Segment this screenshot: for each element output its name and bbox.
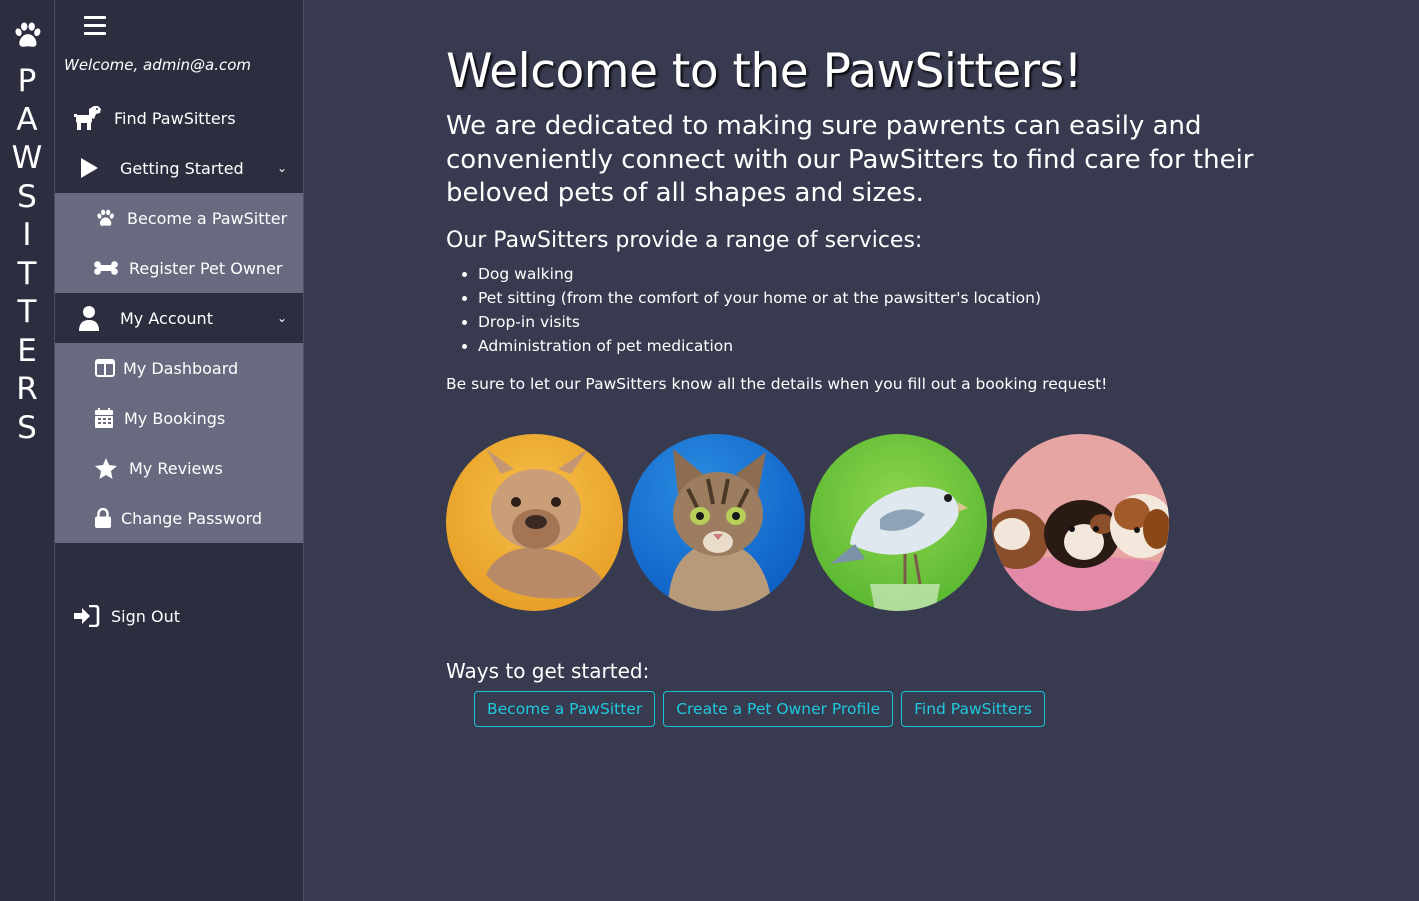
- bone-icon: [94, 261, 118, 275]
- sidebar-item-become-pawsitter[interactable]: Become a PawSitter: [55, 193, 303, 243]
- brand-letter: R: [16, 371, 38, 407]
- sidebar-item-label: Sign Out: [111, 606, 180, 626]
- brand-letter: P: [17, 63, 37, 99]
- dashboard-icon: [95, 359, 115, 377]
- sidebar-item-label: Find PawSitters: [114, 108, 236, 128]
- booking-note: Be sure to let our PawSitters know all t…: [446, 375, 1108, 393]
- create-pet-owner-profile-button[interactable]: Create a Pet Owner Profile: [663, 691, 894, 727]
- sidebar-item-my-dashboard[interactable]: My Dashboard: [55, 343, 303, 393]
- sidebar-item-my-account[interactable]: My Account ⌄: [55, 293, 303, 343]
- brand-strip: P A W S I T T E R S: [0, 0, 55, 901]
- chevron-down-icon: ⌄: [276, 311, 287, 325]
- sidebar-item-label: Become a PawSitter: [127, 208, 288, 228]
- chevron-down-icon: ⌄: [276, 161, 287, 175]
- brand-letter: T: [17, 294, 37, 330]
- become-pawsitter-button[interactable]: Become a PawSitter: [474, 691, 656, 727]
- get-started-buttons: Become a PawSitter Create a Pet Owner Pr…: [474, 691, 1045, 727]
- brand-letter: A: [16, 101, 38, 138]
- cat-image: [628, 434, 805, 611]
- play-icon: [78, 157, 100, 179]
- calendar-icon: [95, 408, 113, 428]
- brand-letter: S: [17, 409, 37, 446]
- list-item: Dog walking: [478, 262, 1041, 286]
- brand-letter: S: [17, 178, 37, 215]
- brand-letter: W: [11, 140, 43, 176]
- user-icon: [78, 305, 100, 331]
- list-item: Drop-in visits: [478, 310, 1041, 334]
- get-started-heading: Ways to get started:: [446, 659, 650, 683]
- find-pawsitters-button[interactable]: Find PawSitters: [901, 691, 1045, 727]
- paw-icon: [15, 22, 41, 47]
- list-item: Pet sitting (from the comfort of your ho…: [478, 286, 1041, 310]
- budgie-image: [810, 434, 987, 611]
- sidebar-item-label: My Bookings: [124, 408, 226, 428]
- brand-name: P A W S I T T E R S: [0, 62, 54, 447]
- brand-letter: E: [17, 332, 37, 369]
- star-icon: [95, 457, 117, 479]
- dog-icon: [74, 105, 102, 131]
- sidebar-item-getting-started[interactable]: Getting Started ⌄: [55, 143, 303, 193]
- sidebar-item-label: My Account: [120, 308, 213, 328]
- sidebar-item-change-password[interactable]: Change Password: [55, 493, 303, 543]
- sidebar-item-label: My Dashboard: [123, 358, 239, 378]
- intro-text: We are dedicated to making sure pawrents…: [446, 111, 1254, 208]
- paw-icon: [94, 208, 116, 228]
- brand-letter: T: [17, 255, 37, 292]
- page-title: Welcome to the PawSitters!: [446, 44, 1082, 99]
- services-list: Dog walking Pet sitting (from the comfor…: [446, 262, 1041, 358]
- sidebar-item-my-reviews[interactable]: My Reviews: [55, 443, 303, 493]
- sidebar-item-label: My Reviews: [129, 458, 223, 478]
- guinea-pigs-image: [992, 434, 1169, 611]
- lock-icon: [95, 508, 111, 528]
- sign-out-icon: [74, 605, 100, 627]
- sidebar: Welcome, admin@a.com Find PawSitters Get…: [55, 0, 304, 901]
- sidebar-item-label: Change Password: [121, 508, 263, 528]
- sidebar-item-label: Getting Started: [120, 158, 244, 178]
- welcome-text: Welcome, admin@a.com: [64, 56, 252, 74]
- brand-letter: I: [22, 217, 32, 253]
- services-heading: Our PawSitters provide a range of servic…: [446, 228, 923, 253]
- dog-image: [446, 434, 623, 611]
- sidebar-item-label: Register Pet Owner: [129, 258, 283, 278]
- sidebar-item-find-pawsitters[interactable]: Find PawSitters: [55, 93, 303, 143]
- sidebar-item-sign-out[interactable]: Sign Out: [55, 591, 303, 641]
- sidebar-item-register-pet-owner[interactable]: Register Pet Owner: [55, 243, 303, 293]
- list-item: Administration of pet medication: [478, 334, 1041, 358]
- sidebar-item-my-bookings[interactable]: My Bookings: [55, 393, 303, 443]
- hamburger-menu-icon[interactable]: [84, 16, 106, 36]
